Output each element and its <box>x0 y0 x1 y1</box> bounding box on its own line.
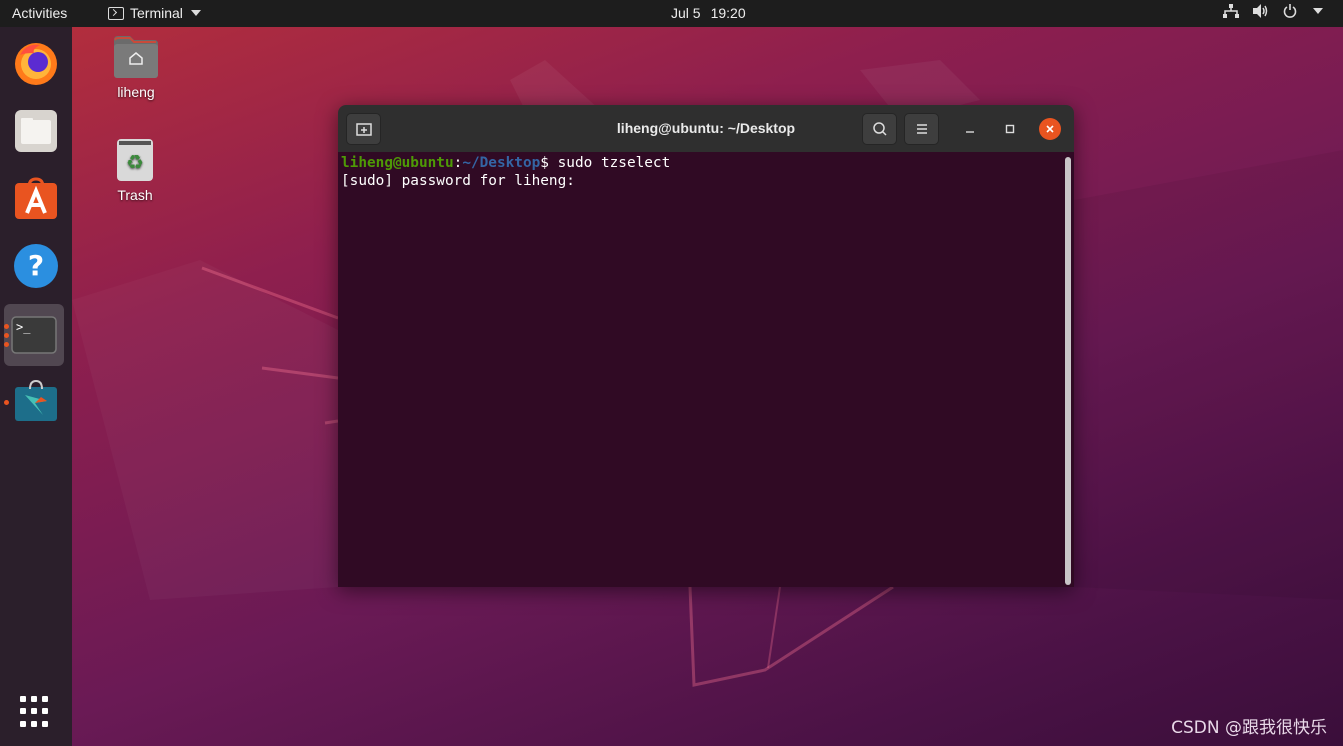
svg-text:♻: ♻ <box>126 150 144 174</box>
clock-time: 19:20 <box>710 5 746 21</box>
terminal-command: sudo tzselect <box>548 155 671 171</box>
home-folder-icon <box>114 36 158 78</box>
dock-item-store[interactable] <box>8 372 64 428</box>
search-button[interactable] <box>862 113 897 145</box>
dock-item-firefox[interactable] <box>8 35 64 91</box>
top-bar: Activities Terminal Jul 5 19:20 <box>0 0 1343 27</box>
running-indicator <box>4 400 9 405</box>
prompt-path: ~/Desktop <box>462 155 541 171</box>
terminal-line: [sudo] password for liheng: <box>341 172 1074 190</box>
svg-text:>_: >_ <box>16 320 31 334</box>
svg-text:?: ? <box>28 249 44 282</box>
clock-button[interactable]: Jul 5 19:20 <box>671 5 746 21</box>
sudo-password-prompt: [sudo] password for liheng: <box>341 173 584 189</box>
running-indicator <box>4 324 9 329</box>
terminal-line: liheng@ubuntu:~/Desktop$ sudo tzselect <box>341 154 1074 172</box>
dock: ? >_ <box>0 27 72 746</box>
terminal-icon: >_ <box>11 316 57 354</box>
software-center-icon <box>15 177 57 219</box>
volume-icon <box>1253 4 1268 18</box>
running-indicator <box>4 342 9 347</box>
terminal-output[interactable]: liheng@ubuntu:~/Desktop$ sudo tzselect [s… <box>338 152 1074 587</box>
system-tray[interactable] <box>1223 4 1323 18</box>
terminal-small-icon <box>108 6 124 20</box>
maximize-button[interactable] <box>999 118 1021 140</box>
terminal-window[interactable]: liheng@ubuntu: ~/Desktop liheng@ubuntu:~… <box>338 105 1074 587</box>
prompt-separator: : <box>453 155 463 171</box>
prompt-dollar: $ <box>540 155 549 171</box>
help-icon: ? <box>14 244 58 288</box>
minimize-icon <box>966 131 974 133</box>
watermark: CSDN @跟我很快乐 <box>1171 718 1327 738</box>
terminal-scrollbar[interactable] <box>1065 157 1071 585</box>
desktop-icon-label: liheng <box>117 84 155 100</box>
clock-date: Jul 5 <box>671 5 701 21</box>
app-menu-button[interactable]: Terminal <box>108 5 201 21</box>
desktop-icon-label: Trash <box>117 187 153 203</box>
files-icon <box>15 110 57 152</box>
running-indicator <box>4 333 9 338</box>
desktop-icon-trash[interactable]: ♻ Trash <box>95 137 175 203</box>
terminal-header-bar[interactable]: liheng@ubuntu: ~/Desktop <box>338 105 1074 152</box>
network-icon <box>1223 4 1239 18</box>
menu-button[interactable] <box>904 113 939 145</box>
snap-store-icon <box>15 379 57 421</box>
close-button[interactable] <box>1039 118 1061 140</box>
dock-item-help[interactable]: ? <box>8 238 64 294</box>
minimize-button[interactable] <box>959 118 981 140</box>
activities-button[interactable]: Activities <box>12 5 67 21</box>
firefox-icon <box>15 43 57 85</box>
desktop-icon-home[interactable]: liheng <box>96 34 176 100</box>
close-icon <box>1046 125 1054 133</box>
dock-item-software[interactable] <box>8 170 64 226</box>
app-menu-label: Terminal <box>130 5 183 21</box>
search-icon <box>872 122 887 136</box>
chevron-down-icon <box>190 10 201 16</box>
dock-item-terminal[interactable]: >_ <box>4 304 64 366</box>
prompt-user: liheng@ubuntu <box>341 155 454 171</box>
dock-item-files[interactable] <box>8 103 64 159</box>
maximize-icon <box>1005 124 1015 134</box>
power-icon <box>1283 4 1297 18</box>
trash-icon: ♻ <box>117 139 153 181</box>
show-applications-button[interactable] <box>20 696 52 728</box>
hamburger-menu-icon <box>916 124 927 134</box>
chevron-down-icon <box>1313 8 1323 14</box>
